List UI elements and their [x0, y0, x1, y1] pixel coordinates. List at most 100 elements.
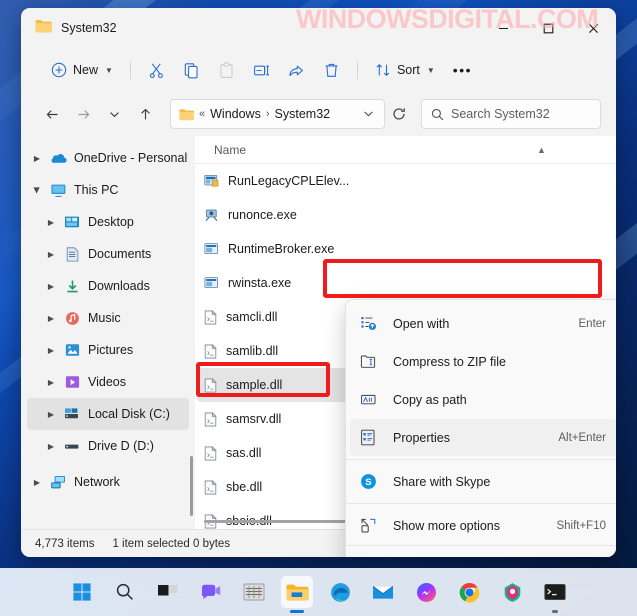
widgets-button[interactable]	[238, 576, 270, 608]
sidebar-item-pictures[interactable]: ▶ Pictures	[27, 334, 189, 366]
rename-button[interactable]	[448, 554, 476, 558]
recent-locations-button[interactable]	[100, 100, 129, 129]
forward-button[interactable]	[69, 100, 98, 129]
up-button[interactable]	[131, 100, 160, 129]
new-button[interactable]: New ▼	[43, 55, 121, 86]
table-row[interactable]: runonce.exe	[197, 198, 614, 232]
app-exe-icon	[204, 174, 219, 188]
context-menu-icon-row	[346, 545, 616, 557]
sidebar-scrollbar-thumb[interactable]	[190, 456, 193, 516]
security-button[interactable]	[496, 576, 528, 608]
sidebar-item-local-disk-c[interactable]: ▶ Local Disk (C:)	[27, 398, 189, 430]
chat-button[interactable]	[195, 576, 227, 608]
search-button[interactable]	[109, 576, 141, 608]
chevron-right-icon[interactable]: ▶	[27, 154, 47, 163]
item-count-label: 4,773 items	[35, 537, 95, 550]
see-more-button[interactable]: •••	[445, 55, 480, 86]
sidebar-label-pictures: Pictures	[88, 343, 134, 357]
breadcrumb-dropdown-icon[interactable]	[359, 108, 378, 121]
file-name-label: RuntimeBroker.exe	[228, 242, 335, 256]
dll-file-icon	[204, 309, 217, 325]
command-prompt-button[interactable]	[539, 576, 571, 613]
search-input[interactable]: Search System32	[451, 107, 550, 121]
chevron-down-icon[interactable]: ▶	[33, 180, 42, 200]
chevron-right-icon[interactable]: ▶	[41, 378, 61, 387]
onedrive-icon	[47, 150, 69, 166]
column-header-row: Name ▲	[195, 136, 616, 164]
table-row[interactable]: rwinsta.exe	[197, 266, 614, 300]
title-bar: System32	[21, 8, 616, 48]
column-header-name[interactable]: Name	[214, 143, 434, 157]
pictures-icon	[61, 342, 83, 358]
breadcrumb[interactable]: « Windows › System32	[170, 99, 385, 129]
minimize-button[interactable]	[481, 8, 526, 48]
window-title: System32	[61, 21, 117, 35]
context-menu-item-properties[interactable]: Properties Alt+Enter	[350, 419, 616, 456]
sidebar-item-this-pc[interactable]: ▶ This PC	[27, 174, 189, 206]
rename-button[interactable]	[245, 55, 278, 86]
context-menu-label: Compress to ZIP file	[393, 354, 507, 369]
copy-button[interactable]	[175, 55, 208, 86]
maximize-button[interactable]	[526, 8, 571, 48]
breadcrumb-item-system32[interactable]: System32	[275, 107, 331, 121]
skype-icon: S	[360, 473, 386, 491]
chevron-right-icon[interactable]: ▶	[27, 478, 47, 487]
close-button[interactable]	[571, 8, 616, 48]
documents-icon	[61, 246, 83, 262]
dll-file-icon	[204, 377, 217, 393]
mail-button[interactable]	[367, 576, 399, 608]
file-explorer-button[interactable]	[281, 576, 313, 613]
delete-button[interactable]	[315, 55, 348, 86]
chevron-right-icon[interactable]: ▶	[41, 314, 61, 323]
context-menu-item-compress-to-zip[interactable]: Compress to ZIP file	[350, 343, 616, 380]
chrome-button[interactable]	[453, 576, 485, 608]
chevron-right-icon[interactable]: ▶	[41, 442, 61, 451]
sidebar-item-onedrive[interactable]: ▶ OneDrive - Personal	[27, 142, 189, 174]
table-row[interactable]: RuntimeBroker.exe	[197, 232, 614, 266]
sidebar-item-music[interactable]: ▶ Music	[27, 302, 189, 334]
back-button[interactable]	[38, 100, 67, 129]
start-button[interactable]	[66, 576, 98, 608]
search-box[interactable]: Search System32	[421, 99, 601, 129]
chevron-right-icon[interactable]: ▶	[41, 346, 61, 355]
svg-text:S: S	[365, 477, 372, 488]
sort-button[interactable]: Sort ▼	[367, 55, 443, 86]
file-name-label: sbe.dll	[226, 480, 263, 494]
sort-button-label: Sort	[396, 63, 420, 77]
chevron-right-icon[interactable]: ▶	[41, 282, 61, 291]
context-menu-item-open-with[interactable]: Open with Enter	[350, 305, 616, 342]
share-button[interactable]	[490, 554, 518, 558]
breadcrumb-overflow[interactable]: «	[199, 108, 205, 120]
context-menu-divider-2	[346, 503, 616, 504]
edge-button[interactable]	[324, 576, 356, 608]
sidebar-item-downloads[interactable]: ▶ Downloads	[27, 270, 189, 302]
chevron-right-icon[interactable]: ▶	[41, 250, 61, 259]
context-menu-item-show-more-options[interactable]: Show more options Shift+F10	[350, 507, 616, 544]
sidebar-item-videos[interactable]: ▶ Videos	[27, 366, 189, 398]
task-view-button[interactable]	[152, 576, 184, 608]
context-menu-item-copy-as-path[interactable]: Copy as path	[350, 381, 616, 418]
cut-button[interactable]	[140, 55, 173, 86]
context-menu-item-share-with-skype[interactable]: S Share with Skype	[350, 463, 616, 500]
sidebar-item-documents[interactable]: ▶ Documents	[27, 238, 189, 270]
messenger-button[interactable]	[410, 576, 442, 608]
sidebar-item-desktop[interactable]: ▶ Desktop	[27, 206, 189, 238]
chevron-right-icon[interactable]: ▶	[41, 218, 61, 227]
refresh-button[interactable]	[387, 102, 411, 126]
sort-arrows-icon	[376, 64, 390, 77]
copy-button[interactable]	[406, 554, 434, 558]
share-button[interactable]	[280, 55, 313, 86]
table-row[interactable]: RunLegacyCPLElev...	[197, 164, 614, 198]
cut-button[interactable]	[364, 554, 392, 558]
file-name-label: samcli.dll	[226, 310, 278, 324]
paste-button[interactable]	[210, 55, 243, 86]
delete-button[interactable]	[532, 554, 560, 558]
sidebar-item-drive-d[interactable]: ▶ Drive D (D:)	[27, 430, 189, 462]
edge-icon	[330, 582, 350, 602]
sidebar-label-videos: Videos	[88, 375, 126, 389]
sidebar-item-network[interactable]: ▶ Network	[27, 466, 189, 498]
breadcrumb-item-windows[interactable]: Windows	[210, 107, 261, 121]
chevron-right-icon[interactable]: ▶	[41, 410, 61, 419]
breadcrumb-folder-icon	[179, 108, 194, 121]
task-view-icon	[158, 585, 178, 596]
